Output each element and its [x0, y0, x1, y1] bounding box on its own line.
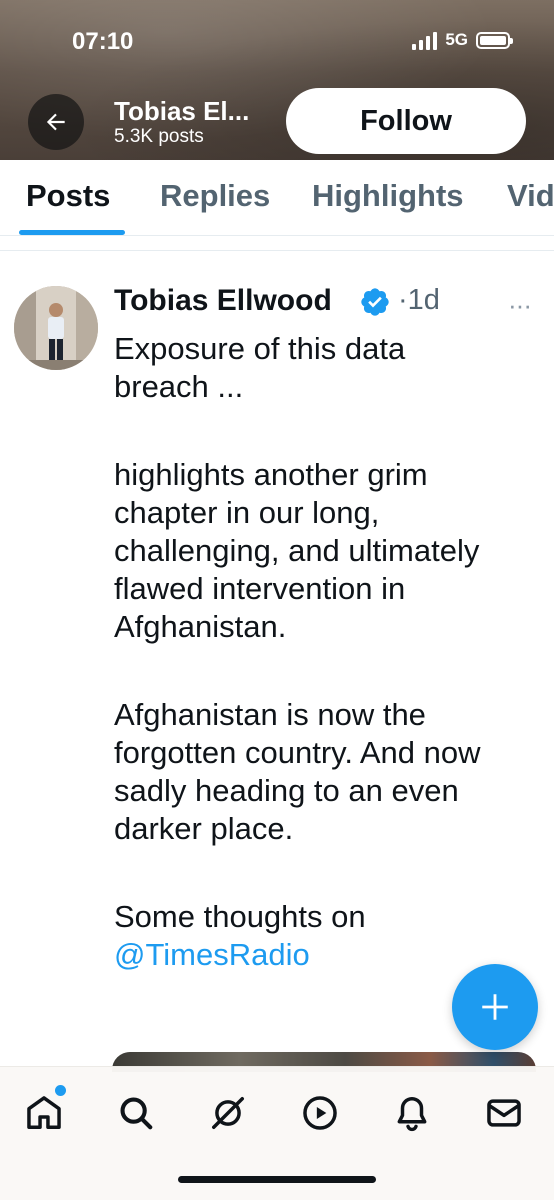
home-indicator[interactable] — [178, 1176, 376, 1183]
tab-videos[interactable]: Vid — [507, 178, 554, 214]
divider — [0, 250, 554, 251]
mention-link[interactable]: @TimesRadio — [114, 937, 310, 972]
post-paragraph: highlights another grim chapter in our l… — [114, 457, 480, 644]
avatar[interactable] — [14, 286, 98, 370]
profile-tabs: Posts Replies Highlights Vid — [0, 160, 554, 236]
post-author-name[interactable]: Tobias Ellwood — [114, 284, 332, 318]
grok-icon — [212, 1097, 244, 1129]
tab-highlights[interactable]: Highlights — [312, 178, 464, 214]
status-indicators: 5G — [412, 30, 513, 50]
post-timestamp[interactable]: ·1d — [398, 284, 440, 317]
nav-messages[interactable] — [484, 1093, 524, 1133]
header-posts-count: 5.3K posts — [114, 126, 204, 147]
nav-notifications[interactable] — [392, 1093, 432, 1133]
more-options-icon[interactable]: ··· — [508, 290, 532, 321]
post-paragraph: Exposure of this data breach ... — [114, 331, 406, 404]
post-text: Exposure of this data breach ... highlig… — [114, 330, 544, 974]
tab-replies[interactable]: Replies — [160, 178, 270, 214]
compose-post-button[interactable] — [452, 964, 538, 1050]
profile-header: 07:10 5G Tobias El... 5.3K posts Follow — [0, 0, 554, 160]
nav-video[interactable] — [300, 1093, 340, 1133]
search-icon — [120, 1097, 153, 1130]
back-button[interactable] — [28, 94, 84, 150]
avatar-photo — [14, 286, 98, 370]
tab-posts[interactable]: Posts — [26, 178, 110, 214]
network-type: 5G — [445, 30, 468, 49]
new-content-dot — [55, 1085, 66, 1096]
notifications-bell-icon — [397, 1097, 427, 1132]
status-time: 07:10 — [72, 28, 134, 55]
nav-grok[interactable] — [208, 1093, 248, 1133]
post-paragraph: Some thoughts on @TimesRadio — [114, 899, 366, 972]
battery-icon — [476, 31, 513, 49]
follow-button[interactable]: Follow — [286, 88, 526, 154]
messages-envelope-icon — [487, 1099, 521, 1127]
nav-search[interactable] — [116, 1093, 156, 1133]
signal-icon — [412, 30, 438, 50]
video-icon — [303, 1096, 337, 1130]
verified-badge-icon — [361, 288, 389, 316]
home-icon — [27, 1096, 61, 1129]
nav-home[interactable] — [24, 1093, 64, 1133]
post-paragraph: Afghanistan is now the forgotten country… — [114, 697, 481, 846]
header-profile-name: Tobias El... — [114, 96, 250, 126]
active-tab-indicator — [19, 230, 125, 235]
plus-icon — [482, 994, 508, 1020]
back-arrow-icon — [46, 113, 65, 131]
